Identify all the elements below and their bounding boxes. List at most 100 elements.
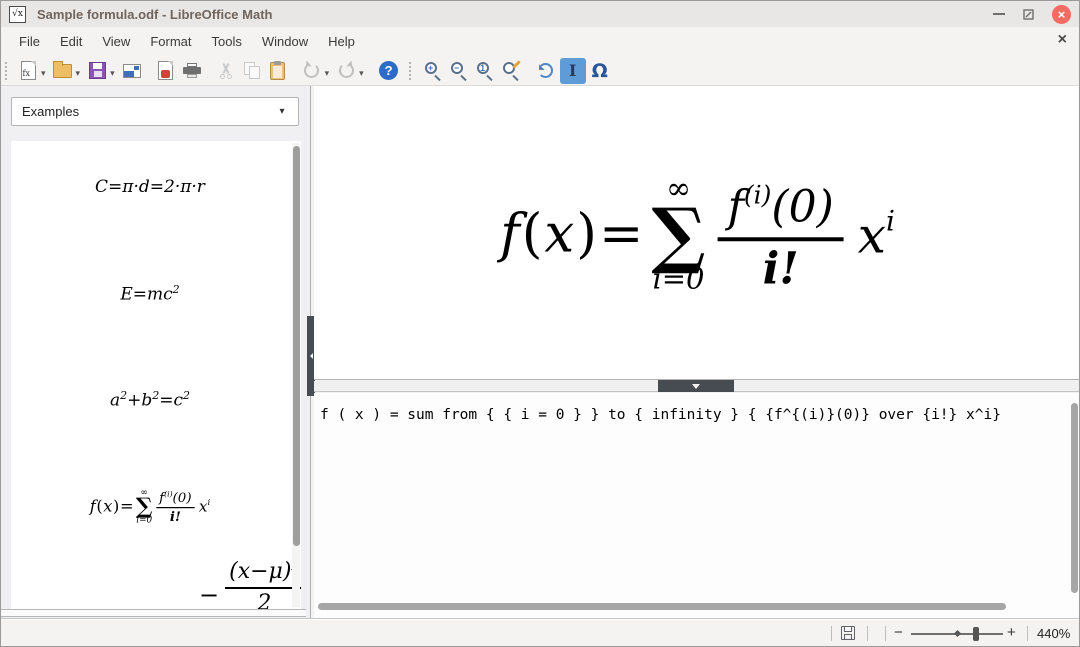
toolbar: fx ▾ ▾ ▾ ▾ bbox=[1, 56, 1079, 86]
minimize-button[interactable] bbox=[993, 13, 1005, 15]
sum-sigma-symbol: ∑ bbox=[651, 204, 705, 263]
elements-sidebar: Examples ▾ C=π·d=2·π·r E=mc2 a2+b2=c2 f(… bbox=[1, 86, 311, 618]
examples-horizontal-scrollbar[interactable] bbox=[1, 609, 306, 617]
gauss-denominator: 2 bbox=[257, 589, 271, 609]
emc-sup: 2 bbox=[173, 283, 180, 296]
command-vertical-scrollbar[interactable] bbox=[1070, 395, 1079, 600]
save-floppy-icon bbox=[89, 62, 106, 79]
save-button[interactable] bbox=[85, 58, 109, 84]
close-button[interactable]: × bbox=[1052, 5, 1071, 24]
restore-button[interactable] bbox=[1023, 9, 1034, 20]
splitter-arrow-icon bbox=[692, 384, 700, 393]
show-all-button[interactable] bbox=[500, 58, 524, 84]
email-button[interactable] bbox=[120, 58, 144, 84]
example-taylor-formula[interactable]: f(x)= ∞ ∑ i=0 f(i)(0) i! xi bbox=[90, 488, 210, 524]
copy-button[interactable] bbox=[240, 58, 264, 84]
print-button[interactable] bbox=[180, 58, 204, 84]
zoom-level-value[interactable]: 440% bbox=[1037, 626, 1070, 641]
example-gauss-formula[interactable]: − (x−μ)2 2 bbox=[199, 559, 301, 609]
new-dropdown-arrow[interactable]: ▾ bbox=[41, 68, 46, 79]
toolbar-grip[interactable] bbox=[5, 62, 10, 80]
open-dropdown-arrow[interactable]: ▾ bbox=[76, 68, 81, 79]
printer-icon bbox=[183, 63, 201, 78]
help-button[interactable]: ? bbox=[377, 58, 401, 84]
pane-splitter[interactable] bbox=[314, 381, 1080, 392]
zoom-slider-center-tick bbox=[954, 630, 961, 637]
menu-tools[interactable]: Tools bbox=[201, 29, 251, 54]
omega-icon: Ω bbox=[592, 60, 608, 82]
export-pdf-button[interactable] bbox=[154, 58, 178, 84]
toolbar-separator bbox=[409, 62, 414, 80]
update-button[interactable] bbox=[534, 58, 558, 84]
fraction: f(i)(0) i! bbox=[718, 177, 844, 292]
statusbar: − + 440% bbox=[1, 618, 1079, 647]
examples-panel: C=π·d=2·π·r E=mc2 a2+b2=c2 f(x)= ∞ ∑ i=0 bbox=[11, 141, 301, 609]
example-emc2-formula[interactable]: E=mc2 bbox=[11, 283, 289, 305]
chevron-down-icon[interactable]: ▾ bbox=[266, 98, 298, 125]
statusbar-separator bbox=[885, 626, 886, 641]
text-cursor-icon: I bbox=[569, 61, 576, 80]
command-editor[interactable]: f ( x ) = sum from { { i = 0 } } to { in… bbox=[314, 393, 1080, 618]
statusbar-separator bbox=[1027, 626, 1028, 641]
undo-icon bbox=[304, 63, 319, 78]
menu-format[interactable]: Format bbox=[140, 29, 201, 54]
pane-splitter-handle[interactable] bbox=[658, 380, 734, 392]
menu-window[interactable]: Window bbox=[252, 29, 318, 54]
undo-dropdown-arrow[interactable]: ▾ bbox=[325, 68, 330, 79]
collapse-arrow-icon bbox=[307, 353, 313, 359]
command-text[interactable]: f ( x ) = sum from { { i = 0 } } to { in… bbox=[320, 407, 1063, 423]
example-pythagoras-formula[interactable]: a2+b2=c2 bbox=[11, 389, 289, 411]
clipboard-icon bbox=[270, 62, 285, 80]
close-document-icon[interactable]: × bbox=[1058, 32, 1067, 48]
zoom-slider-handle[interactable] bbox=[973, 627, 979, 641]
formula-cursor-button[interactable]: I bbox=[560, 58, 586, 84]
paste-button[interactable] bbox=[266, 58, 290, 84]
redo-dropdown-arrow[interactable]: ▾ bbox=[359, 68, 364, 79]
symbols-button[interactable]: Ω bbox=[588, 58, 612, 84]
formula-preview-canvas[interactable]: f(x)= ∞ ∑ i=0 f(i)(0) i! xi bbox=[314, 86, 1080, 380]
command-vscroll-thumb[interactable] bbox=[1071, 403, 1078, 593]
pyth-a: a bbox=[110, 391, 120, 411]
command-horizontal-scrollbar[interactable] bbox=[316, 602, 1066, 610]
window-title: Sample formula.odf - LibreOffice Math bbox=[37, 7, 272, 22]
zoom-out-icon: − bbox=[451, 62, 469, 80]
zoom-in-button[interactable]: + bbox=[422, 58, 446, 84]
pdf-icon bbox=[158, 61, 173, 80]
refresh-icon bbox=[538, 63, 553, 78]
save-dropdown-arrow[interactable]: ▾ bbox=[110, 68, 115, 79]
open-button[interactable] bbox=[51, 58, 75, 84]
app-window: √x Sample formula.odf - LibreOffice Math… bbox=[0, 0, 1080, 647]
command-hscroll-thumb[interactable] bbox=[318, 603, 1006, 610]
sum-lower-limit: i=0 bbox=[652, 263, 704, 293]
category-selector[interactable]: Examples ▾ bbox=[11, 97, 299, 126]
examples-vertical-scrollbar[interactable] bbox=[292, 143, 300, 607]
cut-button[interactable] bbox=[214, 58, 238, 84]
help-icon: ? bbox=[379, 61, 398, 80]
new-document-icon: fx bbox=[21, 61, 36, 80]
redo-button[interactable] bbox=[334, 58, 358, 84]
gauss-numerator: (x−μ)2 bbox=[225, 559, 301, 589]
menu-edit[interactable]: Edit bbox=[50, 29, 92, 54]
new-formula-button[interactable]: fx bbox=[16, 58, 40, 84]
emc-base: E=mc bbox=[120, 285, 172, 305]
zoom-slider[interactable] bbox=[911, 633, 1003, 635]
menu-view[interactable]: View bbox=[92, 29, 140, 54]
zoom-out-button[interactable]: − bbox=[448, 58, 472, 84]
menu-help[interactable]: Help bbox=[318, 29, 365, 54]
zoom-slider-plus[interactable]: + bbox=[1007, 624, 1016, 641]
document-modified-icon[interactable] bbox=[841, 626, 855, 640]
pyth-eq: = bbox=[159, 391, 173, 411]
statusbar-separator bbox=[867, 626, 868, 641]
zoom-100-button[interactable]: 1 bbox=[474, 58, 498, 84]
menu-file[interactable]: File bbox=[9, 29, 50, 54]
zoom-in-icon: + bbox=[425, 62, 443, 80]
zoom-slider-minus[interactable]: − bbox=[894, 624, 903, 641]
examples-vscroll-thumb[interactable] bbox=[293, 146, 300, 546]
zoom-fit-icon bbox=[503, 62, 521, 80]
statusbar-separator bbox=[831, 626, 832, 641]
undo-button[interactable] bbox=[300, 58, 324, 84]
gauss-minus: − bbox=[199, 581, 219, 609]
open-folder-icon bbox=[53, 64, 72, 78]
example-circle-formula[interactable]: C=π·d=2·π·r bbox=[11, 177, 289, 197]
app-icon: √x bbox=[9, 6, 26, 23]
